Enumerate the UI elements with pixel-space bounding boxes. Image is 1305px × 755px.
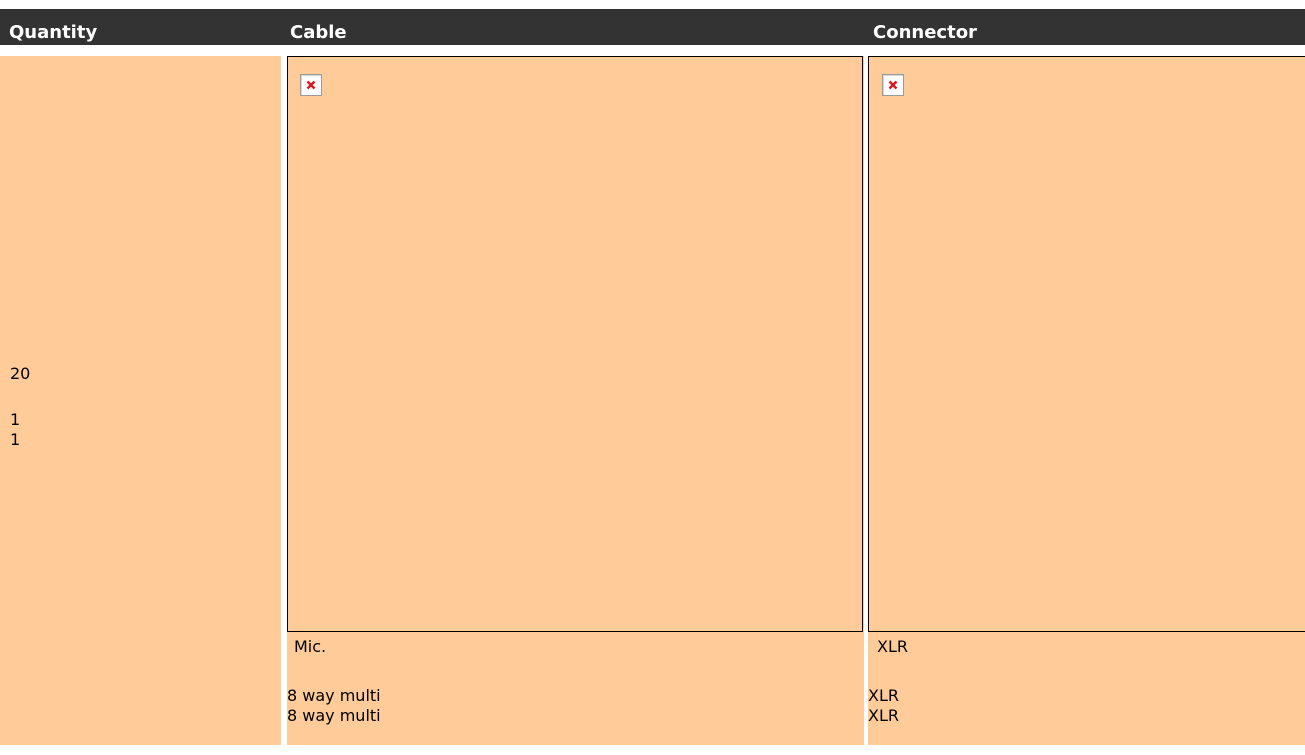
quantity-cell: 20 1 1 <box>0 56 281 745</box>
connector-cell: XLR XLR XLR <box>868 56 1305 745</box>
header-cable: Cable <box>281 9 864 45</box>
quantity-value: 20 <box>10 364 31 383</box>
cable-cell: Mic. 8 way multi 8 way multi <box>287 56 864 745</box>
cable-value: Mic. <box>294 637 327 656</box>
header-quantity: Quantity <box>0 9 281 45</box>
broken-image-icon <box>300 74 322 96</box>
quantity-value: 1 <box>10 430 21 449</box>
header-connector: Connector <box>864 9 1305 45</box>
header-connector-label: Connector <box>873 22 977 43</box>
cable-value: 8 way multi <box>287 686 381 705</box>
quantity-value: 1 <box>10 410 21 429</box>
connector-value: XLR <box>868 686 899 705</box>
broken-image-icon <box>882 74 904 96</box>
header-quantity-label: Quantity <box>9 22 98 43</box>
cable-value: 8 way multi <box>287 706 381 725</box>
connector-value: XLR <box>868 706 899 725</box>
connector-image <box>868 56 1305 632</box>
connector-value: XLR <box>877 637 908 656</box>
header-cable-label: Cable <box>290 22 347 43</box>
cable-image <box>287 56 863 632</box>
